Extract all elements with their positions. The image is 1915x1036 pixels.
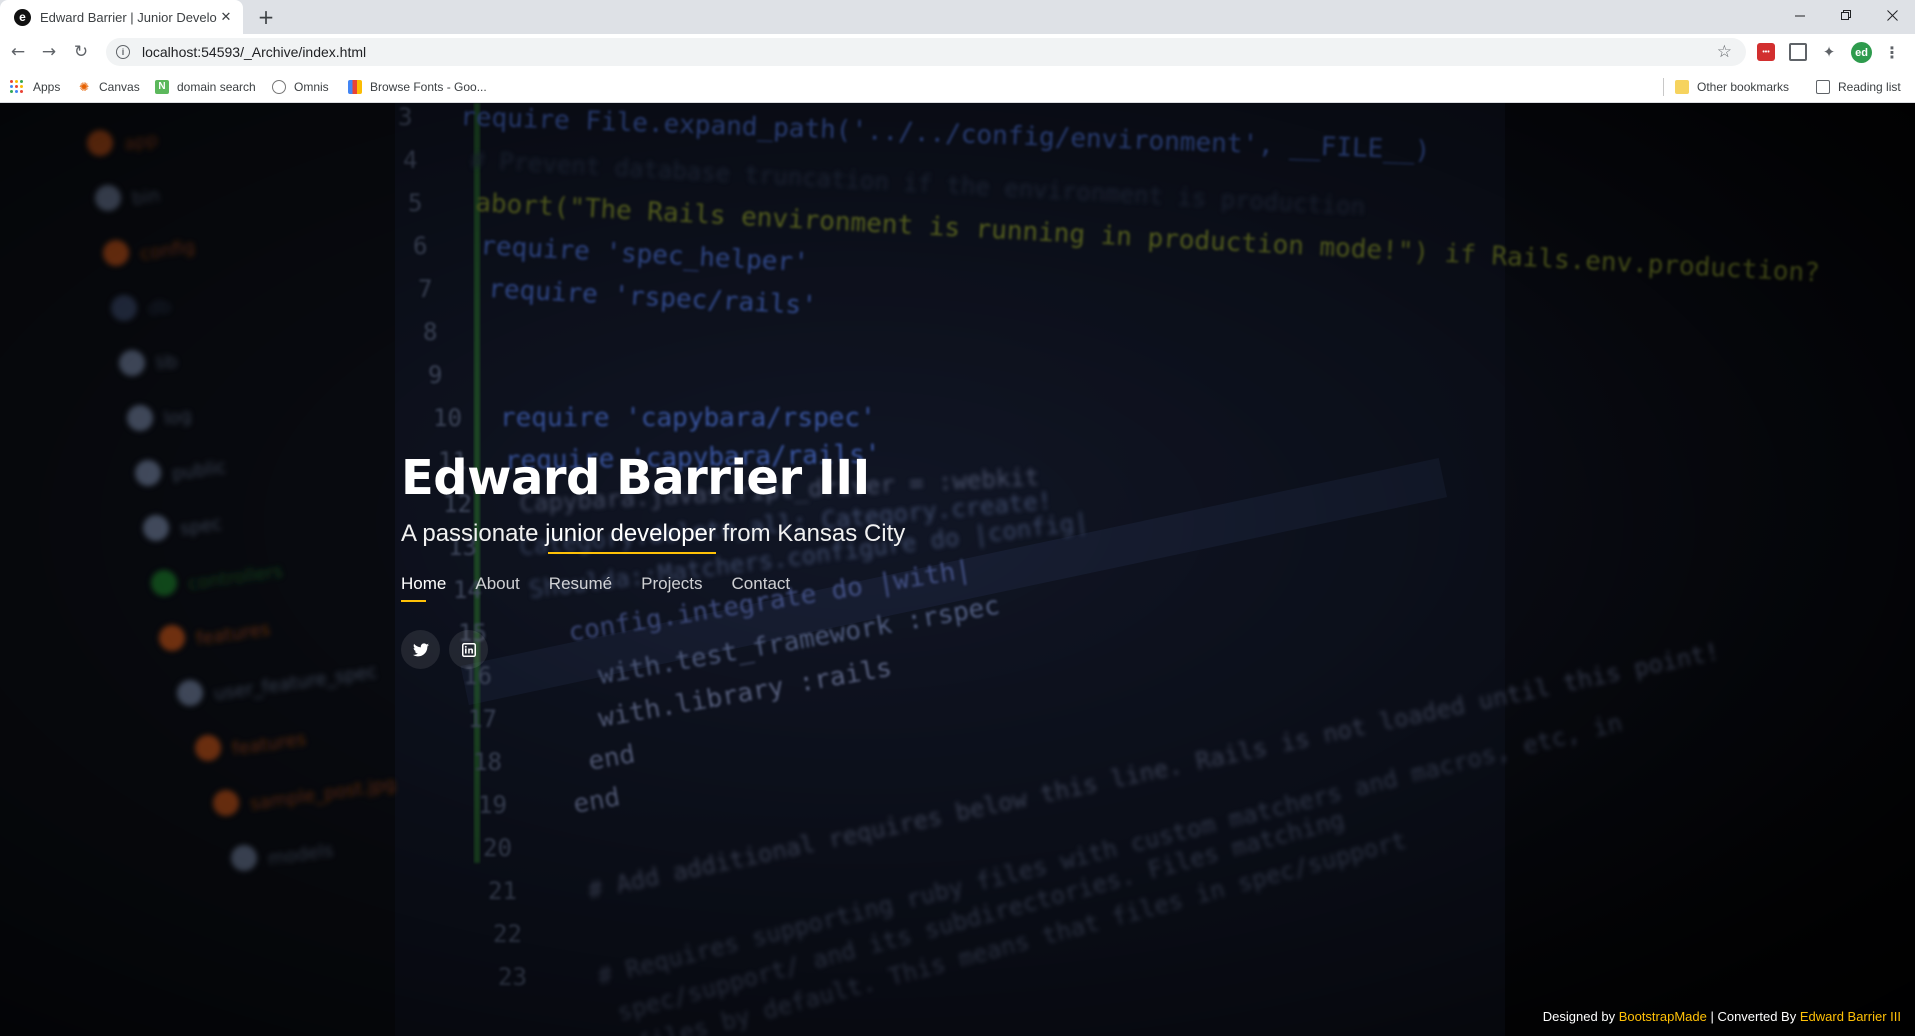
back-arrow-icon[interactable]: ← — [7, 41, 29, 63]
tagline-prefix: A passionate — [401, 520, 546, 547]
hero-tagline: A passionate junior developer from Kansa… — [401, 520, 906, 554]
linkedin-icon — [461, 642, 476, 657]
tagline-suffix: from Kansas City — [715, 520, 906, 547]
tagline-highlight: junior developer — [545, 520, 716, 554]
bookmark-label: domain search — [177, 79, 256, 94]
omnis-icon — [272, 79, 286, 94]
designer-link[interactable]: BootstrapMade — [1619, 1009, 1707, 1024]
reload-icon[interactable]: ↻ — [70, 41, 92, 63]
profile-avatar[interactable]: ed — [1851, 42, 1872, 63]
namecheap-icon: N — [155, 79, 169, 94]
nav-resume[interactable]: Resumé — [549, 574, 612, 602]
nav-about[interactable]: About — [475, 574, 519, 602]
nav-contact[interactable]: Contact — [732, 574, 791, 602]
close-window-icon[interactable] — [1869, 0, 1915, 30]
credits-designed-by: Designed by — [1542, 1009, 1619, 1024]
nav-projects[interactable]: Projects — [641, 574, 702, 602]
hero-name: Edward Barrier III — [401, 450, 870, 506]
bookmark-label: Canvas — [99, 79, 140, 94]
browser-toolbar: ← → ↻ i localhost:54593/_Archive/index.h… — [0, 34, 1915, 70]
apps-grid-icon — [10, 80, 23, 93]
new-tab-icon[interactable]: + — [254, 5, 278, 29]
bookmark-apps[interactable]: Apps — [10, 78, 60, 95]
bookmark-label: Omnis — [294, 79, 329, 94]
hero-content: Edward Barrier III A passionate junior d… — [401, 450, 905, 669]
browser-menu-icon[interactable]: ⋮ — [1884, 42, 1900, 63]
bookmark-google-fonts[interactable]: Browse Fonts - Goo... — [348, 78, 487, 95]
converter-link[interactable]: Edward Barrier III — [1800, 1009, 1901, 1024]
tab-title: Edward Barrier | Junior Developer — [40, 9, 217, 25]
site-info-icon[interactable]: i — [116, 45, 130, 59]
bookmark-domain-search[interactable]: N domain search — [155, 78, 256, 95]
reading-list-label: Reading list — [1838, 79, 1901, 94]
extensions-puzzle-icon[interactable]: ✦ — [1820, 43, 1838, 61]
linkedin-link[interactable] — [449, 630, 488, 669]
reading-list-icon — [1816, 79, 1830, 94]
bookmarks-separator — [1663, 78, 1664, 96]
forward-arrow-icon[interactable]: → — [38, 41, 60, 63]
bookmark-label: Apps — [33, 79, 61, 94]
site-favicon-icon: e — [14, 8, 31, 26]
hero-section: appbinconfigdbliblogpublicspeccontroller… — [0, 103, 1915, 1036]
browser-tab-strip: e Edward Barrier | Junior Developer ✕ + — [0, 0, 1915, 34]
bookmark-omnis[interactable]: Omnis — [272, 78, 329, 95]
credits-separator: | Converted By — [1706, 1009, 1800, 1024]
twitter-icon — [412, 642, 429, 656]
google-fonts-icon — [348, 79, 362, 94]
hero-nav: Home About Resumé Projects Contact — [401, 574, 905, 602]
browser-tab-active[interactable]: e Edward Barrier | Junior Developer ✕ — [0, 0, 243, 34]
address-bar[interactable]: i localhost:54593/_Archive/index.html ☆ — [106, 38, 1746, 66]
restore-icon[interactable] — [1823, 0, 1869, 30]
other-bookmarks[interactable]: Other bookmarks — [1675, 78, 1789, 95]
bookmark-label: Browse Fonts - Goo... — [370, 79, 487, 94]
bookmarks-bar: Apps ✺ Canvas N domain search Omnis Brow… — [0, 70, 1915, 103]
hero-dark-overlay — [0, 103, 1915, 1036]
url-text[interactable]: localhost:54593/_Archive/index.html — [142, 44, 366, 60]
bookmark-canvas[interactable]: ✺ Canvas — [77, 78, 140, 95]
minimize-icon[interactable] — [1777, 0, 1823, 30]
social-links — [401, 630, 905, 669]
bookmark-star-icon[interactable]: ☆ — [1717, 42, 1732, 62]
canvas-icon: ✺ — [78, 79, 90, 94]
extension-lastpass-icon[interactable]: ••• — [1757, 43, 1775, 61]
other-bookmarks-label: Other bookmarks — [1697, 79, 1790, 94]
nav-home[interactable]: Home — [401, 574, 446, 602]
tab-close-icon[interactable]: ✕ — [217, 8, 235, 26]
footer-credits: Designed by BootstrapMade | Converted By… — [1543, 1009, 1901, 1024]
reading-list[interactable]: Reading list — [1816, 78, 1901, 95]
twitter-link[interactable] — [401, 630, 440, 669]
folder-icon — [1675, 79, 1689, 94]
extension-screenshot-icon[interactable] — [1789, 43, 1807, 61]
